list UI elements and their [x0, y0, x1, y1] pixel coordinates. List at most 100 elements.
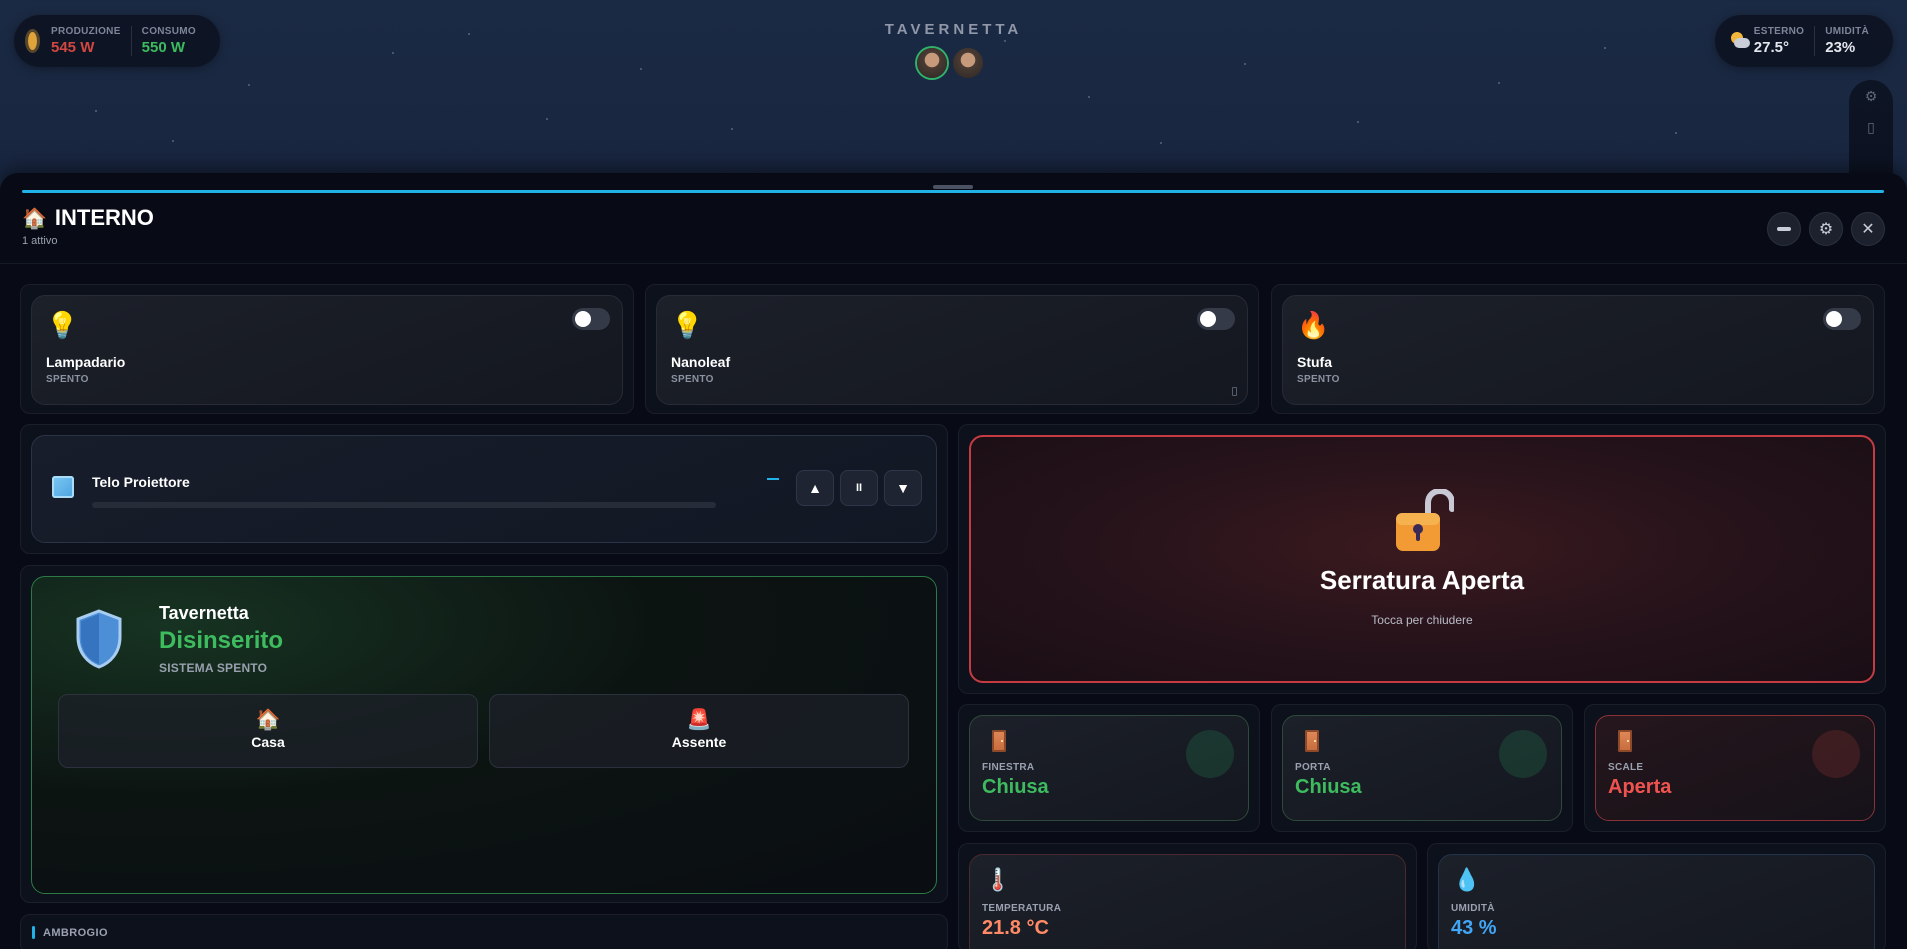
lock-group: Serratura Aperta Tocca per chiudere	[958, 424, 1886, 694]
status-glow	[1186, 730, 1234, 778]
alarm-subtitle: SISTEMA SPENTO	[159, 661, 268, 675]
pill-icon	[1777, 227, 1791, 231]
consumption-value: 550 W	[141, 39, 186, 56]
humidity-card[interactable]: 💧 UMIDITÀ 43 %	[1438, 854, 1875, 949]
production-value: 545 W	[51, 39, 95, 56]
sensor-value: Aperta	[1608, 776, 1672, 798]
measurement-group: 🌡️ TEMPERATURA 21.8 °C	[958, 843, 1417, 949]
section-label: AMBROGIO	[43, 926, 108, 939]
arrow-down-icon: ▼	[896, 480, 910, 496]
measurement-value: 43 %	[1451, 917, 1497, 939]
measurement-label: UMIDITÀ	[1451, 903, 1495, 914]
sensor-card-scale[interactable]: SCALE Aperta	[1595, 715, 1875, 821]
device-name: Nanoleaf	[671, 354, 731, 370]
sensor-value: Chiusa	[982, 776, 1049, 798]
temperature-card[interactable]: 🌡️ TEMPERATURA 21.8 °C	[969, 854, 1406, 949]
alarm-group: Tavernetta Disinserito SISTEMA SPENTO 🏠 …	[20, 565, 948, 903]
cover-name: Telo Proiettore	[92, 474, 190, 490]
siren-icon: 🚨	[686, 709, 712, 731]
door-icon	[992, 730, 1006, 752]
outside-value: 27.5°	[1753, 39, 1789, 56]
window-blind-icon	[52, 476, 74, 498]
gear-icon: ⚙	[1818, 221, 1834, 238]
cover-position-bar	[92, 502, 716, 508]
battery-icon	[1232, 387, 1237, 396]
door-icon	[1618, 730, 1632, 752]
gear-icon[interactable]: ⚙	[1865, 88, 1878, 105]
close-icon: ✕	[1861, 221, 1875, 238]
lightbulb-icon: 💡	[46, 310, 79, 340]
cover-group: Telo Proiettore – ▲ II ▼	[20, 424, 948, 554]
house-icon: 🏠	[22, 207, 47, 230]
section-accent	[32, 926, 35, 939]
door-icon	[1305, 730, 1319, 752]
drag-handle[interactable]	[933, 185, 973, 189]
shield-icon	[76, 609, 122, 669]
sensor-label: SCALE	[1608, 762, 1644, 773]
weather-summary[interactable]: ESTERNO 27.5° UMIDITÀ 23%	[1715, 15, 1893, 67]
cover-position-indicator: –	[767, 478, 779, 480]
partly-cloudy-icon	[1729, 32, 1750, 50]
lock-title: Serratura Aperta	[1319, 565, 1525, 595]
toggle-switch[interactable]	[572, 308, 610, 330]
accent-line	[22, 190, 1884, 193]
header-divider	[0, 263, 1907, 264]
trash-icon[interactable]: ▯	[1867, 119, 1875, 136]
alarm-state: Disinserito	[159, 627, 284, 654]
lightbulb-icon: 💡	[671, 310, 704, 340]
thermometer-icon: 🌡️	[984, 867, 1012, 892]
avatar[interactable]	[917, 48, 947, 78]
panel-title: INTERNO	[54, 205, 154, 230]
arm-away-label: Assente	[671, 734, 727, 750]
sensor-group: PORTA Chiusa	[1271, 704, 1573, 832]
cover-close-button[interactable]: ▼	[884, 470, 922, 506]
active-count: 1 attivo	[22, 235, 58, 247]
device-state: SPENTO	[1297, 374, 1340, 385]
switch-card-lampadario[interactable]: 💡 Lampadario SPENTO	[31, 295, 623, 405]
water-drop-icon: 💧	[1453, 867, 1481, 892]
alarm-panel: Tavernetta Disinserito SISTEMA SPENTO 🏠 …	[31, 576, 937, 894]
sensor-card-finestra[interactable]: FINESTRA Chiusa	[969, 715, 1249, 821]
measurement-value: 21.8 °C	[982, 917, 1049, 939]
section-header-ambrogio: AMBROGIO	[32, 926, 108, 939]
sensor-value: Chiusa	[1295, 776, 1362, 798]
section-group	[20, 914, 948, 949]
side-toolbar: ⚙ ▯	[1849, 80, 1893, 175]
lock-card[interactable]: Serratura Aperta Tocca per chiudere	[969, 435, 1875, 683]
arm-home-button[interactable]: 🏠 Casa	[58, 694, 478, 768]
switch-group: 💡 Lampadario SPENTO	[20, 284, 634, 414]
switch-card-nanoleaf[interactable]: 💡 Nanoleaf SPENTO	[656, 295, 1248, 405]
device-name: Lampadario	[46, 354, 126, 370]
cover-card-telo-proiettore[interactable]: Telo Proiettore – ▲ II ▼	[31, 435, 937, 543]
settings-button[interactable]: ⚙	[1809, 212, 1843, 246]
toggle-switch[interactable]	[1197, 308, 1235, 330]
sensor-label: PORTA	[1295, 762, 1331, 773]
device-name: Stufa	[1297, 354, 1332, 370]
sensor-card-porta[interactable]: PORTA Chiusa	[1282, 715, 1562, 821]
close-button[interactable]: ✕	[1851, 212, 1885, 246]
sensor-group: SCALE Aperta	[1584, 704, 1886, 832]
sensor-label: FINESTRA	[982, 762, 1035, 773]
toggle-switch[interactable]	[1823, 308, 1861, 330]
alarm-room: Tavernetta	[159, 603, 249, 623]
arrow-up-icon: ▲	[808, 480, 822, 496]
device-state: SPENTO	[671, 374, 714, 385]
measurement-label: TEMPERATURA	[982, 903, 1062, 914]
device-state: SPENTO	[46, 374, 89, 385]
cover-stop-button[interactable]: II	[840, 470, 878, 506]
switch-card-stufa[interactable]: 🔥 Stufa SPENTO	[1282, 295, 1874, 405]
cover-open-button[interactable]: ▲	[796, 470, 834, 506]
minimize-button[interactable]	[1767, 212, 1801, 246]
switch-group: 🔥 Stufa SPENTO	[1271, 284, 1885, 414]
avatar[interactable]	[953, 48, 983, 78]
arm-home-label: Casa	[251, 734, 285, 750]
house-icon: 🏠	[255, 709, 281, 731]
pause-icon: II	[855, 482, 863, 494]
presence-avatars	[917, 48, 983, 78]
panel-header: 🏠 INTERNO 1 attivo	[22, 205, 154, 247]
sensor-group: FINESTRA Chiusa	[958, 704, 1260, 832]
outside-label: ESTERNO	[1753, 26, 1805, 37]
panel-actions: ⚙ ✕	[1767, 212, 1885, 246]
fire-icon: 🔥	[1297, 310, 1330, 340]
arm-away-button[interactable]: 🚨 Assente	[489, 694, 909, 768]
